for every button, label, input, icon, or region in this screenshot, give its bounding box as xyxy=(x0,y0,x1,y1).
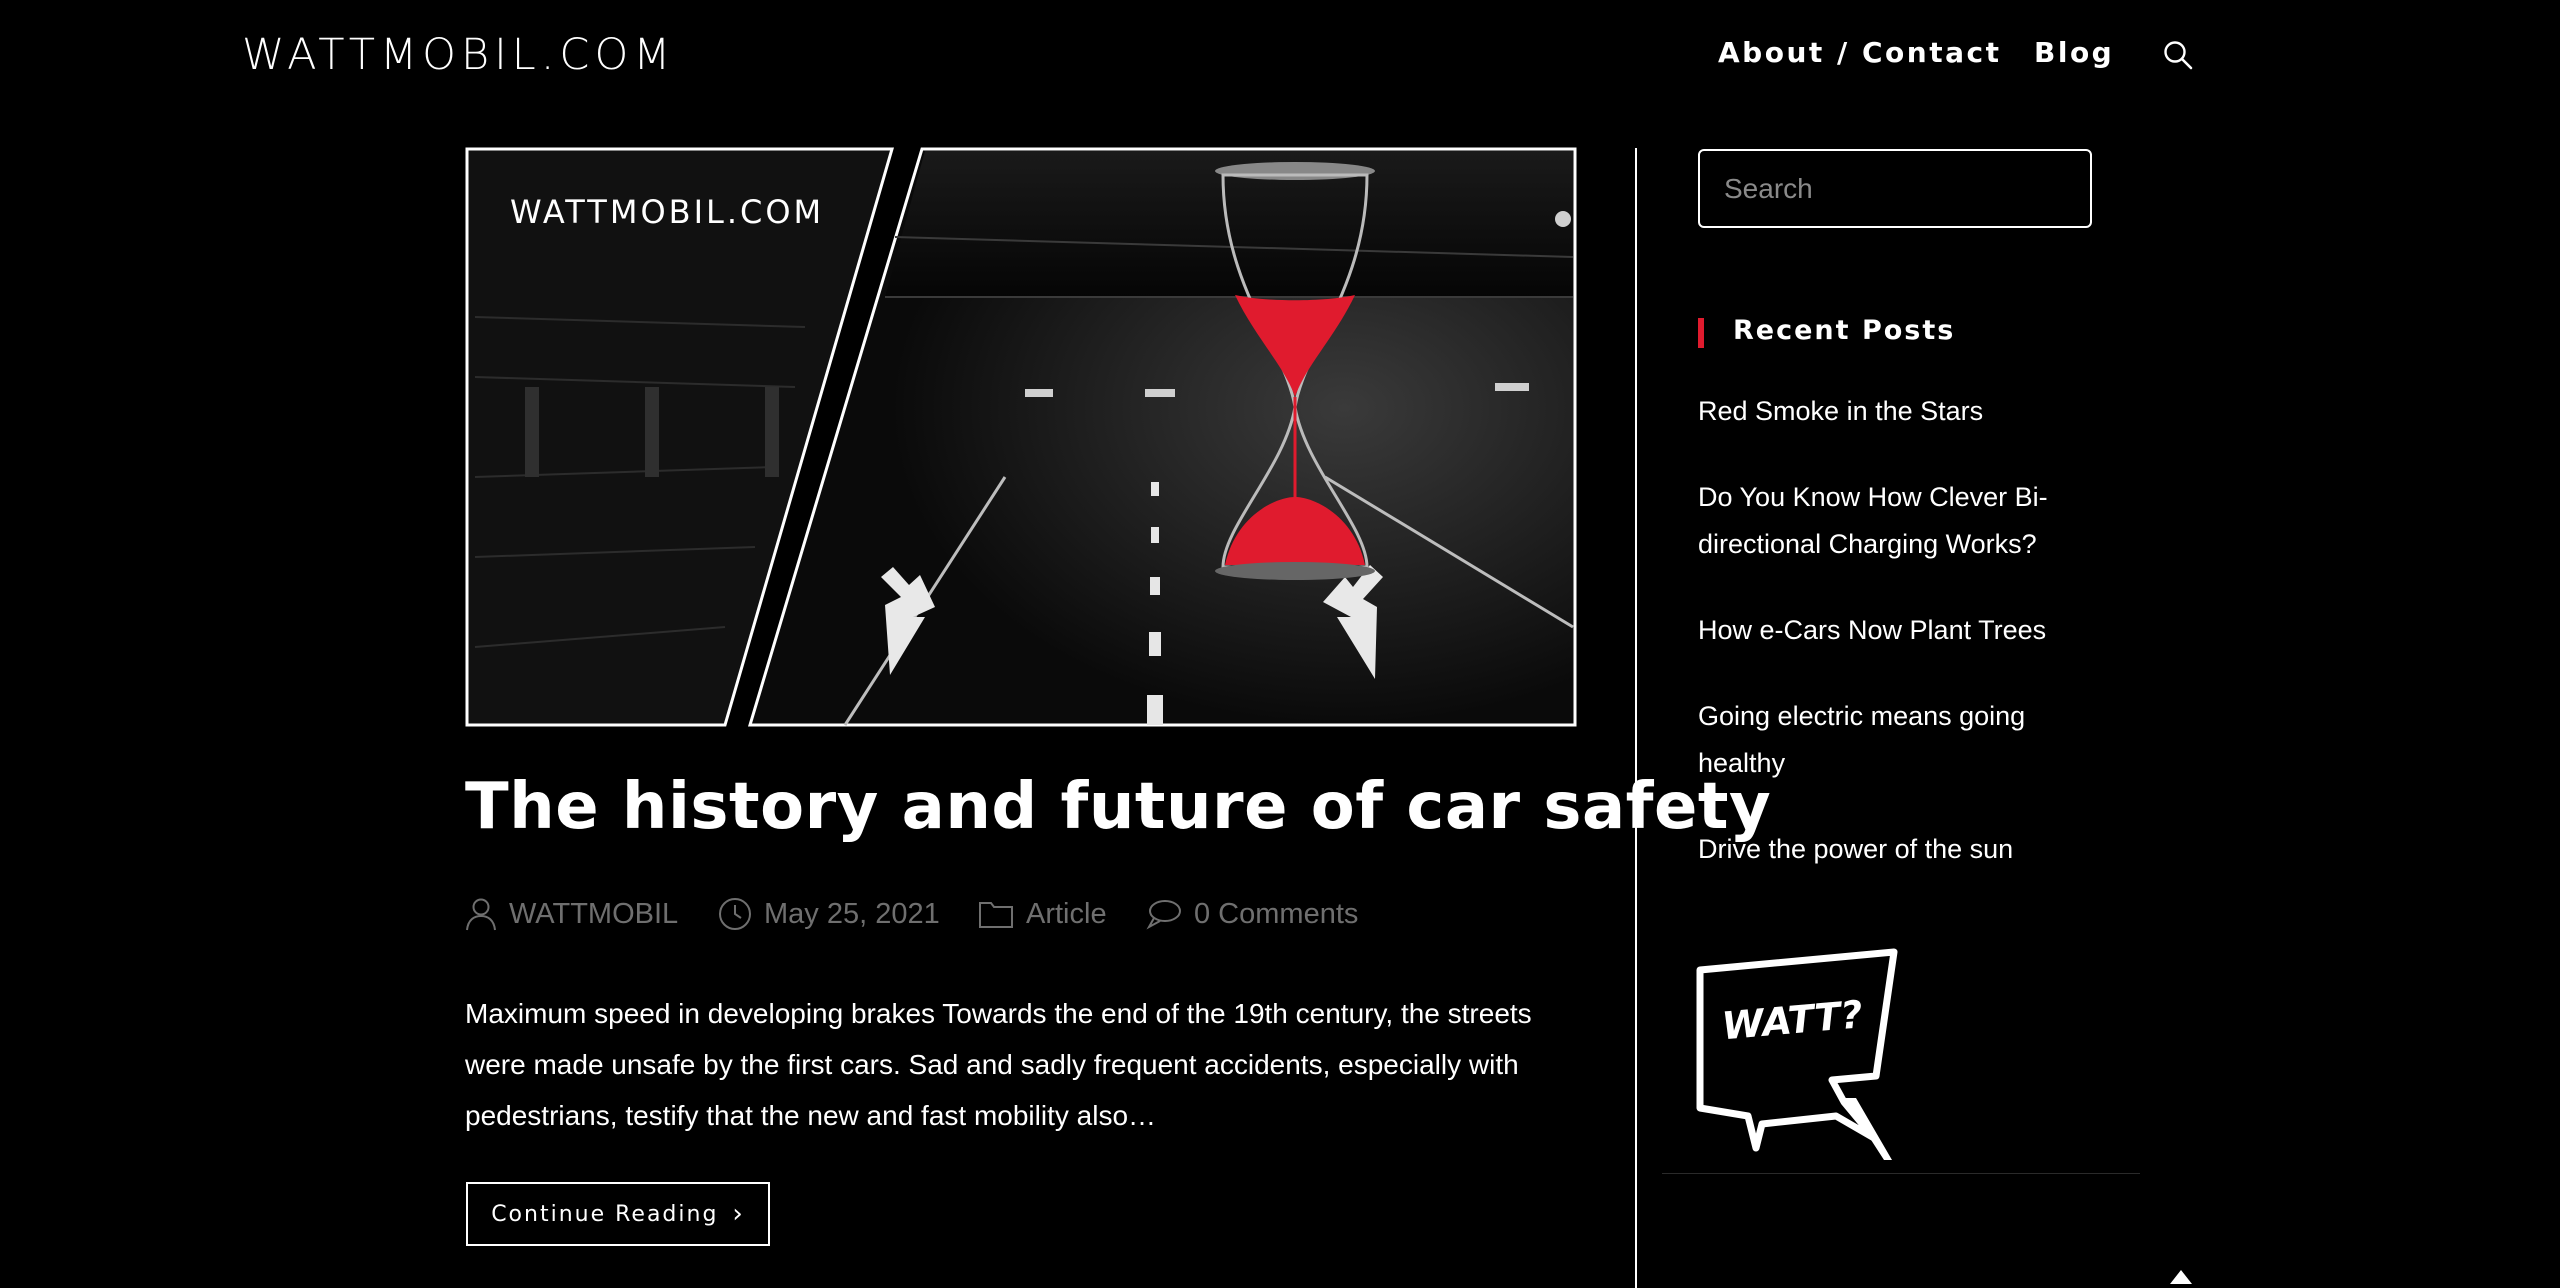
post-title[interactable]: The history and future of car safety xyxy=(465,770,1771,844)
image-logo-text: WATTMOBIL.COM xyxy=(510,193,824,231)
category-text[interactable]: Article xyxy=(1026,898,1107,931)
user-icon xyxy=(466,898,496,931)
sidebar-search-input[interactable] xyxy=(1698,149,2092,228)
comments-text[interactable]: 0 Comments xyxy=(1194,898,1358,931)
sidebar-rule xyxy=(1662,1173,2140,1174)
watt-logo[interactable]: WATT? xyxy=(1696,948,1902,1170)
recent-posts-list: Red Smoke in the Stars Do You Know How C… xyxy=(1698,388,2098,912)
recent-posts-title: Recent Posts xyxy=(1733,315,1956,346)
post-category[interactable]: Article xyxy=(978,890,1107,938)
recent-post-link[interactable]: Red Smoke in the Stars xyxy=(1698,388,2098,435)
site-logo[interactable]: WATTMOBIL.COM xyxy=(242,30,675,80)
nav-blog[interactable]: Blog xyxy=(2034,36,2114,76)
widget-accent-bar xyxy=(1698,318,1704,348)
recent-post-link[interactable]: Drive the power of the sun xyxy=(1698,826,2098,873)
comment-icon xyxy=(1146,900,1181,930)
recent-post-link[interactable]: How e-Cars Now Plant Trees xyxy=(1698,607,2098,654)
search-icon[interactable] xyxy=(2162,39,2194,71)
recent-post-link[interactable]: Going electric means going healthy xyxy=(1698,693,2098,787)
featured-image[interactable]: WATTMOBIL.COM xyxy=(465,147,1577,727)
continue-reading-label: Continue Reading xyxy=(491,1201,719,1227)
chevron-right-icon: › xyxy=(732,1199,745,1229)
nav-about-contact[interactable]: About / Contact xyxy=(1718,36,2001,76)
post-excerpt: Maximum speed in developing brakes Towar… xyxy=(465,998,1532,1131)
content-divider xyxy=(1635,148,1637,1288)
date-text: May 25, 2021 xyxy=(764,897,940,930)
post-date: May 25, 2021 xyxy=(718,890,940,938)
continue-reading-button[interactable]: Continue Reading › xyxy=(466,1182,770,1246)
post-comments[interactable]: 0 Comments xyxy=(1146,890,1358,938)
author-name[interactable]: WATTMOBIL xyxy=(509,898,678,931)
recent-post-link[interactable]: Do You Know How Clever Bi-directional Ch… xyxy=(1698,474,2098,568)
folder-icon xyxy=(979,902,1013,928)
clock-icon xyxy=(719,898,751,930)
scroll-top-icon[interactable] xyxy=(2170,1270,2192,1284)
post-author[interactable]: WATTMOBIL xyxy=(465,890,678,938)
